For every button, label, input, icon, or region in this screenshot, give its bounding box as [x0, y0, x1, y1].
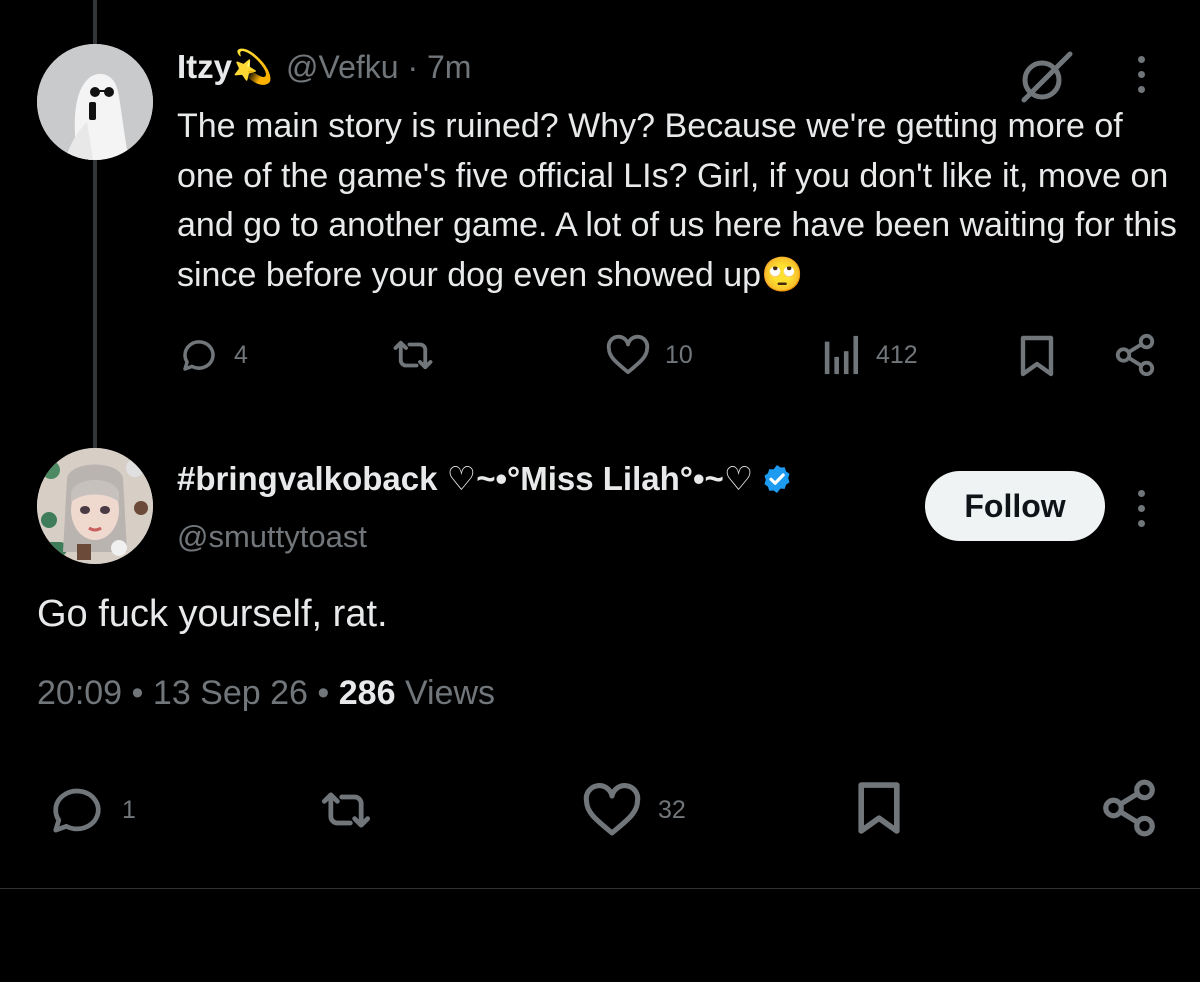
- tweet-text: Go fuck yourself, rat.: [37, 593, 388, 635]
- view-count: 412: [876, 340, 918, 369]
- avatar[interactable]: [37, 44, 153, 160]
- bookmark-icon[interactable]: [853, 780, 905, 841]
- meta-separator: •: [131, 674, 144, 712]
- meta-separator: ·: [407, 49, 419, 85]
- author-name[interactable]: Itzy💫: [177, 48, 273, 87]
- tweet-time[interactable]: 7m: [427, 49, 471, 85]
- dizzy-emoji: 💫: [232, 48, 274, 85]
- retweet-icon: [393, 340, 433, 370]
- reply-count: 1: [122, 795, 136, 824]
- like-count: 32: [658, 795, 686, 824]
- profile-avatar-image: [37, 448, 153, 564]
- tweet-time[interactable]: 20:09: [37, 674, 122, 712]
- retweet-button[interactable]: [310, 784, 396, 836]
- meta-separator: •: [317, 674, 330, 712]
- heart-icon: [583, 783, 641, 836]
- reply-button[interactable]: 1: [46, 784, 136, 836]
- more-vertical-icon[interactable]: [1138, 56, 1145, 93]
- tweet-meta: @Vefku · 7m: [286, 49, 471, 86]
- heart-icon: [606, 334, 650, 375]
- retweet-button[interactable]: [387, 334, 453, 376]
- tweet-date[interactable]: 13 Sep 26: [153, 674, 308, 712]
- follow-button[interactable]: Follow: [925, 471, 1105, 541]
- views-count: 286: [338, 674, 396, 712]
- display-name[interactable]: #bringvalkoback ♡~•°Miss Lilah°•~♡: [177, 459, 753, 498]
- bar-chart-icon: [824, 335, 859, 375]
- like-button[interactable]: 10: [605, 334, 693, 376]
- views-button[interactable]: 412: [822, 334, 918, 376]
- views-label: Views: [404, 674, 496, 712]
- tweet-timestamp: 20:09 • 13 Sep 26 • 286 Views: [37, 674, 495, 713]
- avatar[interactable]: [37, 448, 153, 564]
- reply-icon: [53, 788, 101, 833]
- reply-icon: [183, 340, 215, 371]
- like-button[interactable]: 32: [580, 782, 686, 838]
- author-handle[interactable]: @smuttytoast: [177, 519, 367, 555]
- share-icon[interactable]: [1098, 777, 1160, 844]
- display-name[interactable]: Itzy: [177, 48, 232, 85]
- reply-button[interactable]: 4: [178, 334, 248, 376]
- like-count: 10: [665, 340, 693, 369]
- tweet-text: The main story is ruined? Why? Because w…: [177, 102, 1177, 300]
- author-name[interactable]: #bringvalkoback ♡~•°Miss Lilah°•~♡: [177, 459, 793, 498]
- eye-roll-emoji: 🙄: [761, 255, 804, 294]
- divider: [0, 888, 1200, 889]
- ghost-avatar-image: [37, 44, 153, 160]
- author-handle[interactable]: @Vefku: [286, 49, 399, 85]
- tweet-body: The main story is ruined? Why? Because w…: [177, 107, 1177, 294]
- retweet-icon: [321, 792, 371, 828]
- share-icon[interactable]: [1112, 332, 1158, 383]
- reply-count: 4: [234, 340, 248, 369]
- bookmark-icon[interactable]: [1017, 334, 1057, 383]
- verified-badge-icon: [764, 464, 790, 493]
- more-vertical-icon[interactable]: [1138, 490, 1145, 527]
